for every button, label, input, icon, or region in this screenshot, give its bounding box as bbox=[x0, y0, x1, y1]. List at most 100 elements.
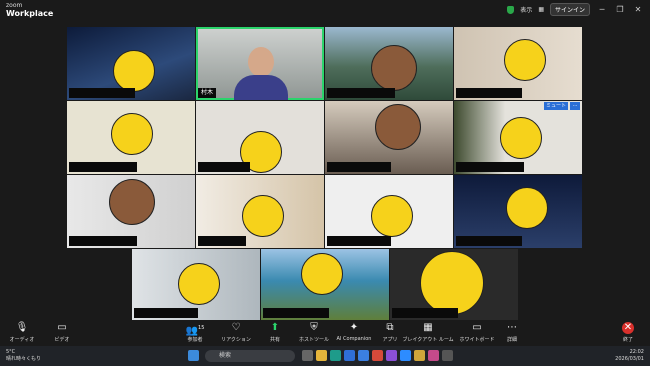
app-icon[interactable] bbox=[386, 350, 397, 361]
store-icon[interactable] bbox=[344, 350, 355, 361]
mute-badge: ミュート bbox=[543, 102, 568, 110]
participant-name bbox=[327, 88, 395, 98]
app-icon[interactable] bbox=[428, 350, 439, 361]
participant-name bbox=[134, 308, 198, 318]
participant-name bbox=[69, 162, 137, 172]
laughing-face-icon bbox=[375, 104, 421, 150]
participant-name bbox=[456, 162, 524, 172]
tile-more-icon[interactable]: ··· bbox=[570, 102, 580, 110]
video-tile[interactable]: ミュート ··· bbox=[454, 101, 582, 174]
edge-icon[interactable] bbox=[330, 350, 341, 361]
smiley-face-icon bbox=[301, 253, 343, 295]
audio-label: オーディオ bbox=[9, 337, 35, 343]
clock-time: 22:02 bbox=[629, 349, 644, 355]
video-button[interactable]: ▭ ビデオ bbox=[42, 322, 82, 343]
video-tile[interactable] bbox=[454, 175, 582, 248]
end-meeting-button[interactable]: ✕ 終了 bbox=[608, 322, 648, 343]
video-tile[interactable] bbox=[390, 249, 518, 320]
apps-label: アプリ bbox=[382, 337, 398, 343]
camera-icon: ▭ bbox=[57, 322, 67, 333]
system-tray[interactable]: 22:02 2026/03/01 bbox=[615, 349, 644, 363]
zoom-taskbar-icon[interactable] bbox=[400, 350, 411, 361]
app-icon[interactable] bbox=[442, 350, 453, 361]
video-tile-active-speaker[interactable]: 村木 bbox=[196, 27, 324, 100]
participant-name bbox=[327, 236, 391, 246]
video-label: ビデオ bbox=[54, 337, 70, 343]
host-tools-label: ホストツール bbox=[298, 337, 329, 343]
whiteboard-label: ホワイトボード bbox=[459, 337, 495, 343]
smiley-face-icon bbox=[371, 195, 413, 237]
taskbar-search[interactable]: 検索 bbox=[205, 350, 295, 362]
participant-name bbox=[263, 308, 329, 318]
smiley-face-icon bbox=[506, 187, 548, 229]
breakout-rooms-button[interactable]: ▦ ブレイクアウト ルーム bbox=[402, 322, 454, 343]
video-tile[interactable] bbox=[67, 101, 195, 174]
reactions-button[interactable]: ♡ リアクション bbox=[216, 322, 256, 343]
participants-count: 15 bbox=[198, 325, 205, 331]
reactions-label: リアクション bbox=[221, 337, 251, 343]
more-button[interactable]: ⋯ 詳細 bbox=[492, 322, 532, 343]
more-label: 詳細 bbox=[506, 337, 517, 343]
breakout-label: ブレイクアウト ルーム bbox=[402, 337, 454, 343]
grid-icon: ▦ bbox=[423, 322, 433, 333]
chrome-icon[interactable] bbox=[372, 350, 383, 361]
mail-icon[interactable] bbox=[358, 350, 369, 361]
smiley-face-icon bbox=[113, 50, 155, 92]
windows-taskbar: 5°C 晴れ時々くもり 検索 22:02 2026/03/01 bbox=[0, 346, 650, 366]
participant-name: 村木 bbox=[198, 88, 217, 98]
participant-name bbox=[456, 236, 522, 246]
weather-temp: 5°C bbox=[6, 349, 16, 355]
smiley-face-icon bbox=[178, 263, 220, 305]
microphone-icon: 🎙 bbox=[15, 322, 29, 333]
video-tile[interactable] bbox=[325, 27, 453, 100]
meeting-toolbar: 🎙 オーディオ ▭ ビデオ 👥15 参加者 ♡ リアクション ⬆ 共有 ⛨ ホストツール ✦… bbox=[0, 320, 650, 346]
video-tile[interactable] bbox=[261, 249, 389, 320]
host-tools-button[interactable]: ⛨ ホストツール bbox=[294, 322, 334, 343]
participant-video-person bbox=[248, 47, 274, 77]
people-icon: 👥15 bbox=[185, 325, 205, 337]
participant-name bbox=[69, 236, 137, 246]
share-screen-icon: ⬆ bbox=[270, 322, 280, 333]
ai-companion-label: AI Companion bbox=[336, 336, 372, 342]
audio-button[interactable]: 🎙 オーディオ bbox=[2, 322, 42, 343]
smiley-face-icon bbox=[500, 117, 542, 159]
smiley-face-icon bbox=[420, 251, 484, 315]
smiley-face-icon bbox=[242, 195, 284, 237]
smiley-face-icon bbox=[504, 39, 546, 81]
more-icon: ⋯ bbox=[507, 322, 517, 333]
video-tile[interactable] bbox=[67, 175, 195, 248]
participant-name bbox=[69, 88, 135, 98]
participant-name bbox=[198, 162, 250, 172]
video-tile[interactable] bbox=[325, 101, 453, 174]
clock-date: 2026/03/01 bbox=[615, 356, 644, 362]
start-icon[interactable] bbox=[188, 350, 199, 361]
shield-icon: ⛨ bbox=[310, 322, 318, 333]
taskview-icon[interactable] bbox=[302, 350, 313, 361]
search-placeholder: 検索 bbox=[219, 352, 232, 359]
participant-name bbox=[327, 162, 391, 172]
share-button[interactable]: ⬆ 共有 bbox=[255, 322, 295, 343]
participant-video-body bbox=[234, 75, 288, 100]
video-tile[interactable] bbox=[454, 27, 582, 100]
app-icon[interactable] bbox=[414, 350, 425, 361]
laughing-face-icon bbox=[371, 45, 417, 91]
file-explorer-icon[interactable] bbox=[316, 350, 327, 361]
smiley-face-icon bbox=[111, 113, 153, 155]
heart-icon: ♡ bbox=[231, 322, 241, 333]
video-tile[interactable] bbox=[196, 101, 324, 174]
video-tile[interactable] bbox=[325, 175, 453, 248]
video-tile[interactable] bbox=[196, 175, 324, 248]
end-icon: ✕ bbox=[622, 322, 634, 334]
participants-button[interactable]: 👥15 参加者 bbox=[175, 322, 215, 343]
end-label: 終了 bbox=[622, 337, 633, 343]
laughing-face-icon bbox=[109, 179, 155, 225]
video-gallery: 村木 ミュート ··· bbox=[0, 0, 650, 320]
share-label: 共有 bbox=[269, 337, 280, 343]
weather-desc: 晴れ時々くもり bbox=[6, 356, 42, 362]
participant-name bbox=[392, 308, 458, 318]
video-tile[interactable] bbox=[67, 27, 195, 100]
participant-name bbox=[456, 88, 522, 98]
weather-widget[interactable]: 5°C 晴れ時々くもり bbox=[6, 349, 41, 363]
video-tile[interactable] bbox=[132, 249, 260, 320]
participants-label: 参加者 bbox=[187, 337, 203, 343]
